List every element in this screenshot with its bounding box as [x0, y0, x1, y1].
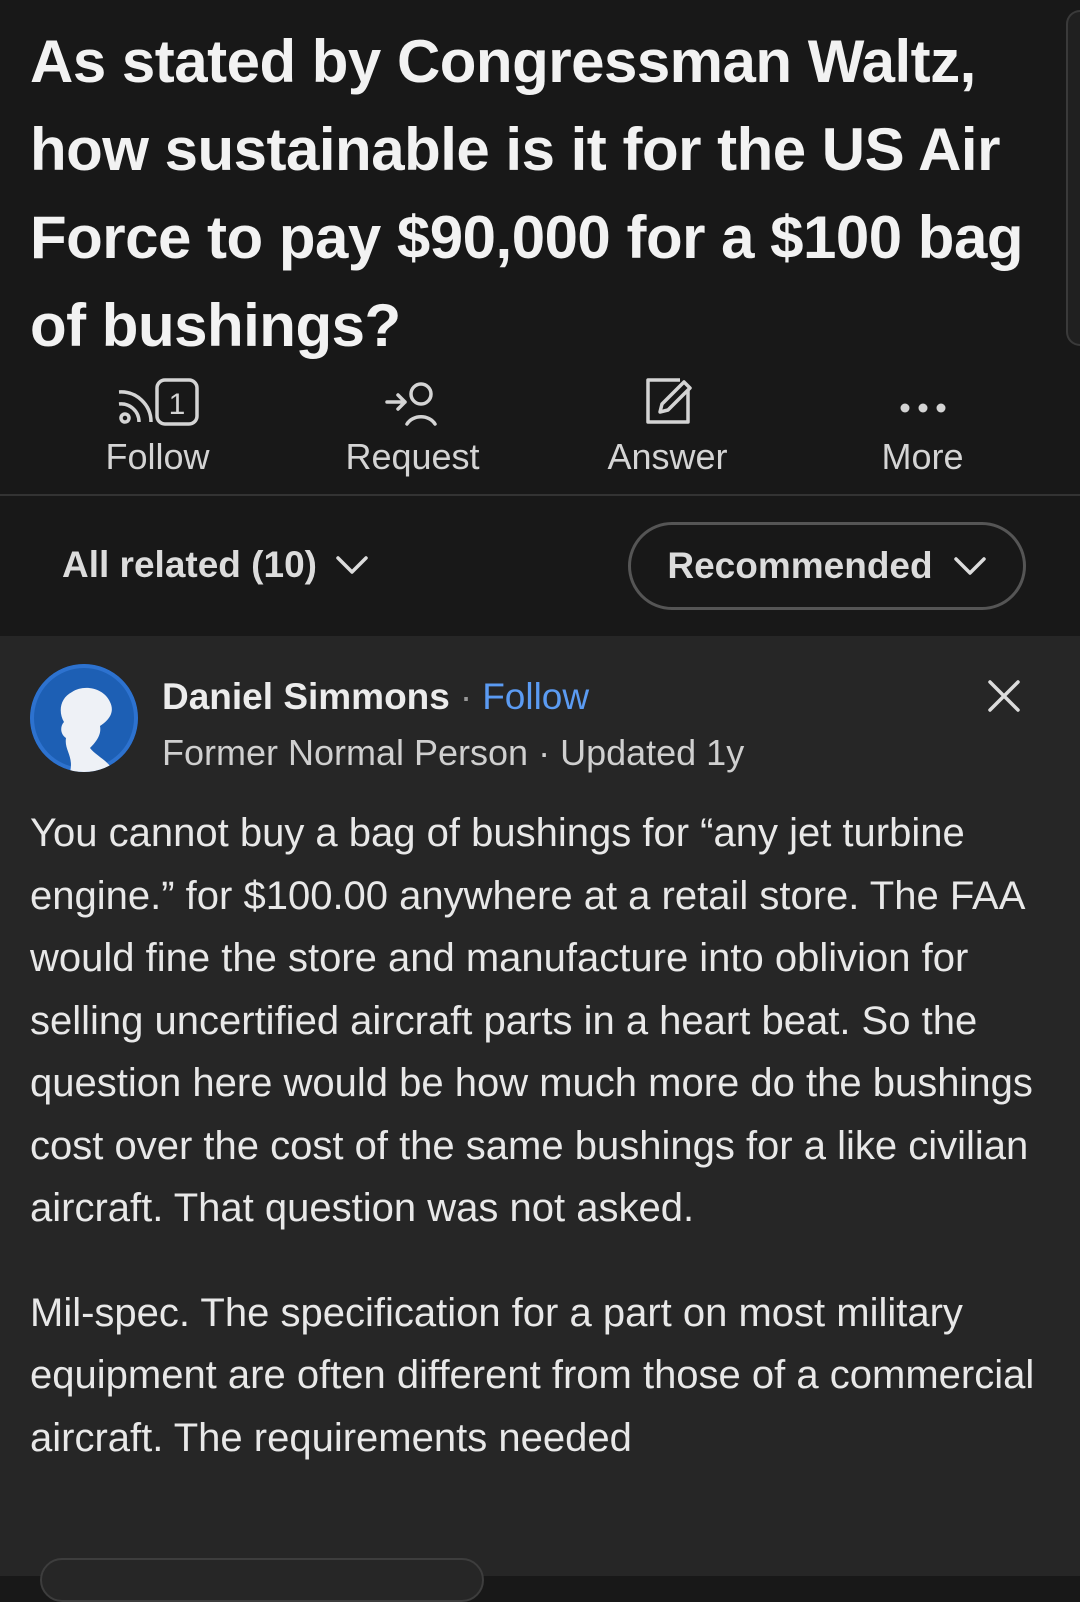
question-action-bar: 1 Follow Request Answer More	[30, 372, 1050, 484]
author-line: Daniel Simmons · Follow	[162, 676, 589, 718]
sort-dropdown[interactable]: Recommended	[628, 522, 1026, 610]
author-name[interactable]: Daniel Simmons	[162, 676, 450, 718]
bottom-toolbar-pill[interactable]	[40, 1558, 484, 1602]
sort-label: Recommended	[667, 545, 933, 586]
author-meta: Former Normal Person · Updated 1y	[162, 732, 745, 773]
follow-count-badge: 1	[168, 388, 185, 421]
avatar[interactable]	[30, 664, 138, 772]
chevron-down-icon	[336, 556, 368, 574]
answer-paragraph: Mil-spec. The specification for a part o…	[30, 1290, 1035, 1460]
close-icon[interactable]	[984, 676, 1024, 716]
request-label: Request	[345, 436, 480, 477]
follow-label: Follow	[105, 436, 210, 477]
follow-question-button[interactable]: 1 Follow	[30, 372, 285, 484]
all-related-label: All related (10)	[62, 544, 317, 585]
question-title: As stated by Congressman Waltz, how sust…	[30, 28, 1023, 359]
more-button[interactable]: More	[795, 372, 1050, 484]
ellipsis-icon	[895, 372, 951, 432]
follow-author-link[interactable]: Follow	[482, 676, 589, 718]
answer-label: Answer	[607, 436, 728, 477]
all-related-dropdown[interactable]: All related (10)	[62, 544, 369, 586]
answer-card: Daniel Simmons · Follow Former Normal Pe…	[0, 636, 1080, 1576]
answer-body: You cannot buy a bag of bushings for “an…	[30, 802, 1060, 1511]
rss-follow-icon: 1	[113, 372, 203, 432]
chevron-down-icon	[953, 557, 986, 575]
request-button[interactable]: Request	[285, 372, 540, 484]
separator: ·	[459, 676, 473, 717]
filter-bar: All related (10) Recommended	[0, 496, 1080, 636]
more-label: More	[881, 436, 964, 477]
request-person-icon	[383, 372, 443, 432]
answer-paragraph: You cannot buy a bag of bushings for “an…	[30, 811, 1033, 1230]
pencil-answer-icon	[640, 372, 696, 432]
answer-button[interactable]: Answer	[540, 372, 795, 484]
scrollbar[interactable]	[1066, 10, 1080, 346]
